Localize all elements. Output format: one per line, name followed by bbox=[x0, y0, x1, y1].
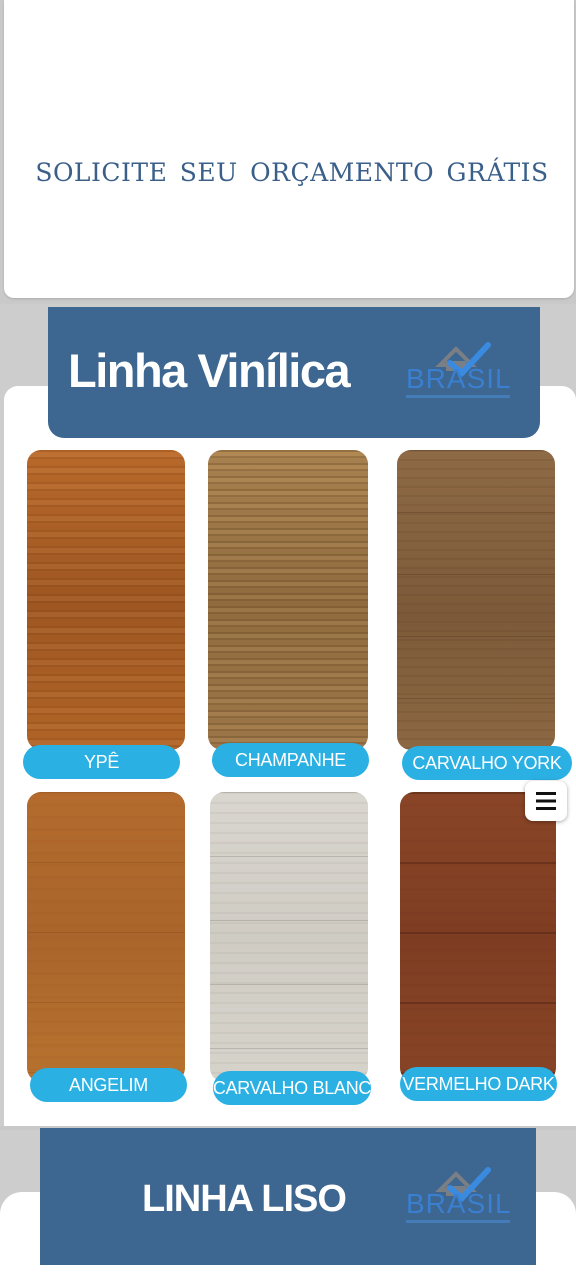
product-label-champanhe[interactable]: CHAMPANHE bbox=[212, 743, 369, 777]
product-label-carvalho-blanc[interactable]: CARVALHO BLANC bbox=[213, 1071, 371, 1105]
section-title: Linha Vinílica bbox=[68, 344, 351, 397]
product-label-vermelho-dark[interactable]: VERMELHO DARK bbox=[400, 1067, 557, 1101]
brand-logo: BRASIL bbox=[406, 337, 516, 409]
cta-text[interactable]: SOLICITE SEU ORÇAMENTO GRÁTIS bbox=[4, 158, 576, 187]
menu-button[interactable] bbox=[525, 781, 567, 821]
product-label-carvalho-york[interactable]: CARVALHO YORK bbox=[402, 746, 572, 780]
brand-logo-bottom: BRASIL bbox=[406, 1162, 516, 1234]
hamburger-menu-icon bbox=[536, 792, 556, 810]
logo-underline bbox=[406, 395, 510, 398]
product-image-carvalho-blanc[interactable] bbox=[210, 792, 368, 1082]
product-image-ype[interactable] bbox=[27, 450, 185, 750]
product-label-ype[interactable]: YPÊ bbox=[23, 745, 180, 779]
product-image-champanhe[interactable] bbox=[208, 450, 368, 750]
section-title-liso: LINHA LISO bbox=[142, 1178, 347, 1220]
product-image-vermelho-dark[interactable] bbox=[400, 792, 556, 1082]
section-banner-liso: LINHA LISO BRASIL bbox=[40, 1128, 536, 1265]
logo-text: BRASIL bbox=[406, 363, 512, 394]
logo-text-bottom: BRASIL bbox=[406, 1188, 512, 1219]
product-image-carvalho-york[interactable] bbox=[397, 450, 555, 750]
product-label-angelim[interactable]: ANGELIM bbox=[30, 1068, 187, 1102]
logo-underline-bottom bbox=[406, 1220, 510, 1223]
section-banner-vinilica: Linha Vinílica BRASIL bbox=[48, 307, 540, 438]
cta-card[interactable]: SOLICITE SEU ORÇAMENTO GRÁTIS bbox=[4, 0, 574, 298]
product-image-angelim[interactable] bbox=[27, 792, 185, 1082]
